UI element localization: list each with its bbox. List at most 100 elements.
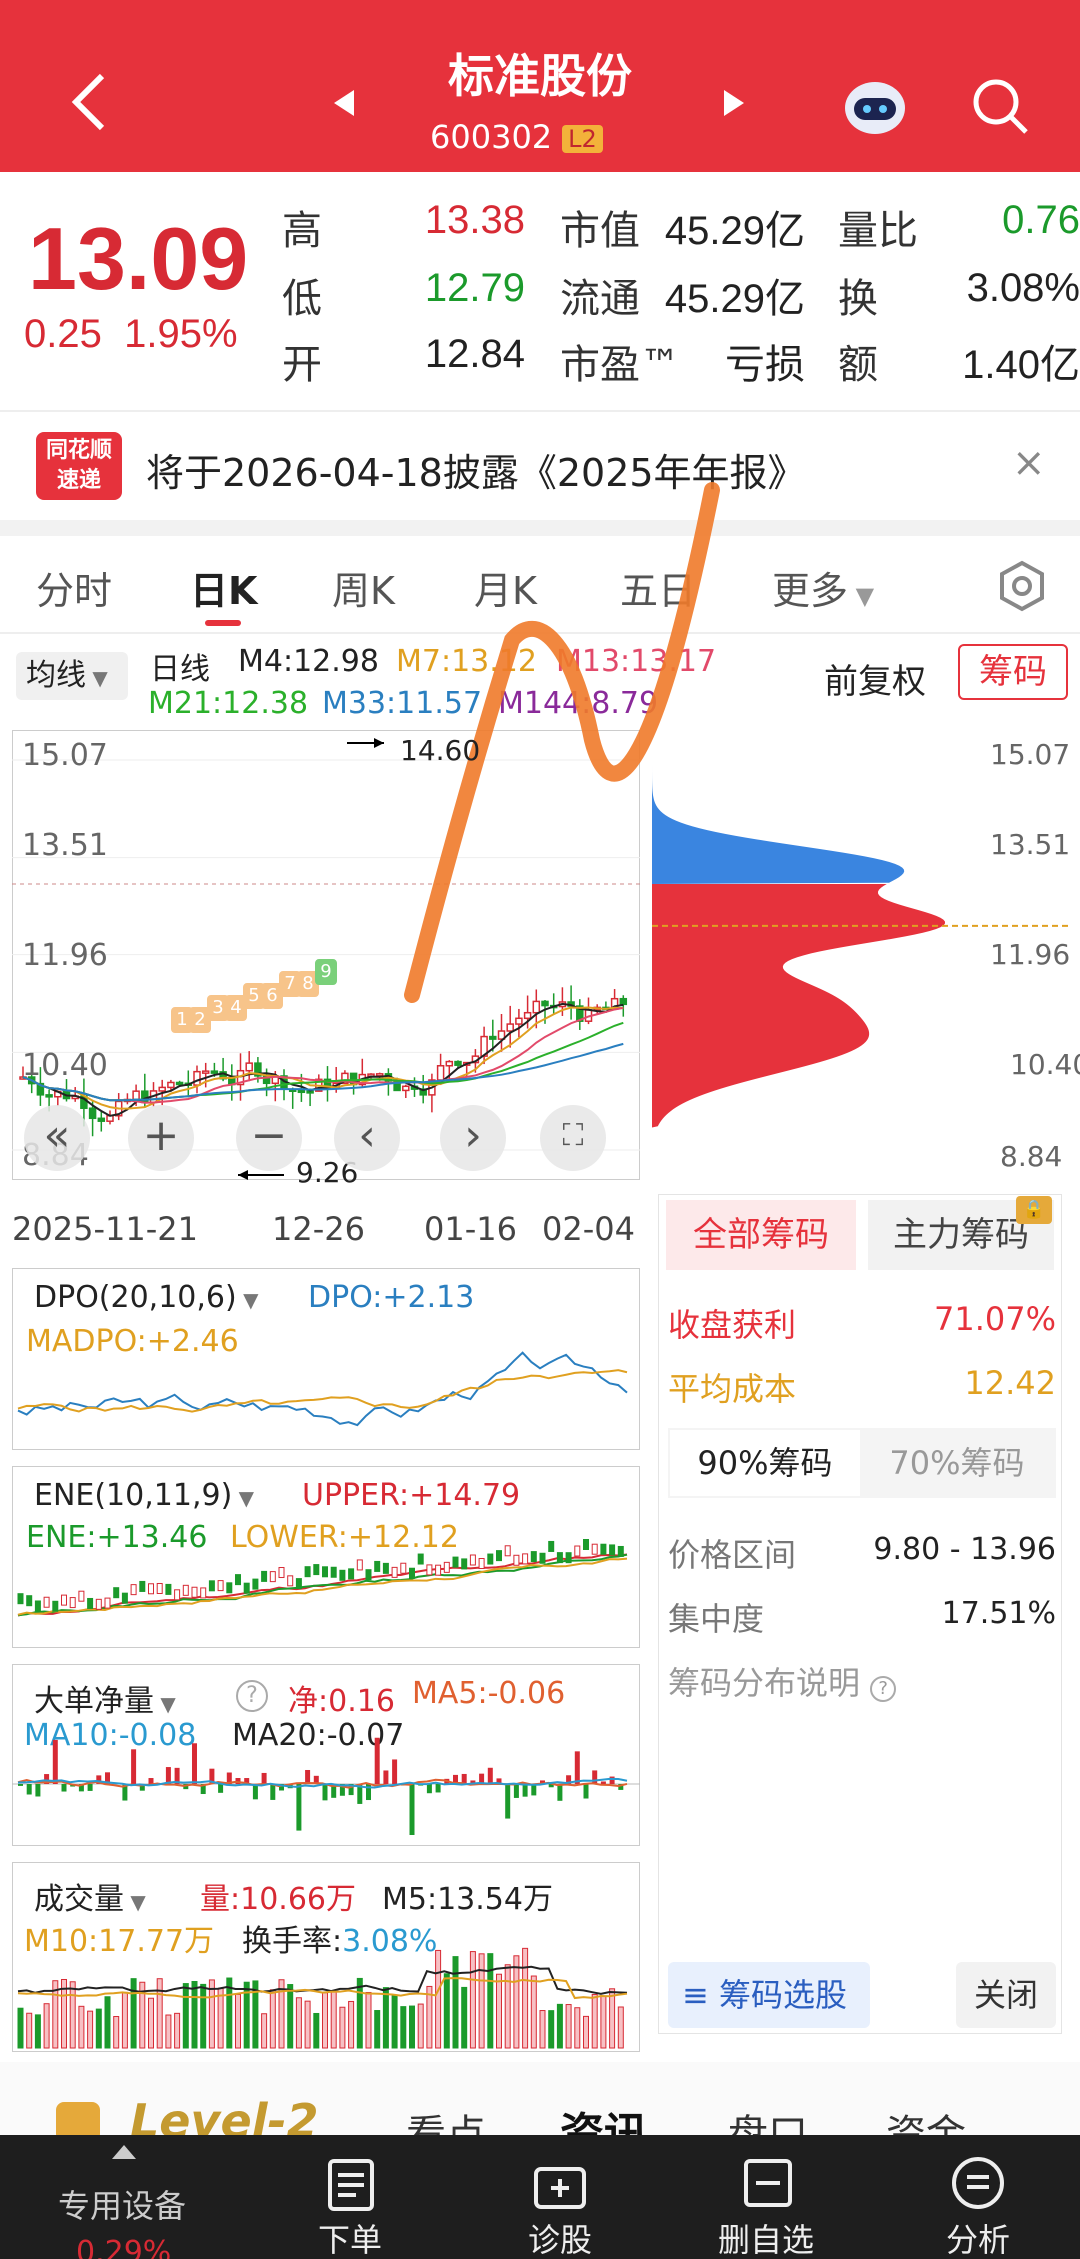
back-icon[interactable] [70, 72, 110, 132]
close-notice-button[interactable]: × [1012, 440, 1046, 486]
volume-bar [69, 1981, 76, 2049]
ths-express-logo: 同花顺 速递 [36, 432, 122, 500]
nine-turn-label: 5 [248, 985, 259, 1006]
ene-candle [130, 1584, 137, 1596]
analysis-icon[interactable] [950, 2155, 1006, 2211]
volume-bar [235, 1993, 241, 2049]
volume-bar [217, 1987, 224, 2049]
tab-90-chips[interactable]: 90%筹码 [670, 1430, 860, 1496]
volume-bar [400, 2006, 407, 2049]
ytick-3: 11.96 [22, 938, 108, 973]
volume-bar [17, 2007, 24, 2049]
volume-bar [417, 2003, 424, 2049]
bigorder-bar [435, 1784, 441, 1793]
low-arrow-head [238, 1170, 248, 1180]
robot-assistant-icon[interactable] [842, 76, 908, 136]
volume-bar [391, 1995, 398, 2049]
ene-candle [522, 1553, 529, 1565]
diagnose-button[interactable]: 诊股 [528, 2215, 592, 2259]
candle-body [532, 1000, 541, 1014]
candle-body [158, 1086, 166, 1092]
ene-candle [295, 1578, 302, 1590]
ma-legend-m21: M21:12.38 [148, 686, 309, 721]
ytick-top: 15.07 [22, 738, 108, 773]
info-icon: ? [870, 1676, 897, 1702]
ene-candle [208, 1580, 215, 1592]
label-open: 开 [282, 342, 322, 388]
value-float: 45.29亿 [664, 277, 805, 321]
zoom-in-button[interactable]: + [128, 1105, 194, 1171]
zoom-out-button[interactable]: − [236, 1105, 302, 1171]
chip-explain-link[interactable]: 筹码分布说明 ? [668, 1658, 897, 1704]
fullscreen-button[interactable]: ⛶ [540, 1105, 606, 1171]
tab-more[interactable]: 更多 ▼ [772, 560, 874, 615]
tab-monthly-k[interactable]: 月K [474, 560, 537, 615]
diagnose-icon[interactable] [532, 2159, 588, 2211]
ene-candle [487, 1553, 494, 1565]
ma-selector[interactable]: 均线 ▼ [16, 652, 128, 700]
volume-bar [469, 1951, 476, 2049]
fast-back-button[interactable]: « [24, 1105, 90, 1171]
ene-candle [191, 1586, 198, 1598]
volume-bar [208, 1979, 215, 2049]
tab-timeshare[interactable]: 分时 [36, 560, 112, 615]
chip-stock-screen-button[interactable]: ≡ 筹码选股 [668, 1962, 870, 2028]
search-icon[interactable] [968, 74, 1032, 138]
candle-body [201, 1070, 210, 1074]
ene-candle [165, 1583, 172, 1595]
close-chips-button[interactable]: 关闭 [956, 1962, 1056, 2028]
bigorder-bar [87, 1784, 93, 1791]
volume-bar [191, 1980, 198, 2049]
chip-ytick-3: 11.96 [990, 938, 1071, 971]
bigorder-bar [522, 1784, 528, 1797]
bigorder-bar [35, 1784, 41, 1797]
candle-body [436, 1065, 445, 1081]
ene-candle [304, 1566, 311, 1578]
order-button[interactable]: 下单 [318, 2215, 382, 2259]
nine-turn-label: 4 [230, 997, 241, 1018]
volume-bar [504, 1964, 511, 2049]
order-icon[interactable] [326, 2157, 376, 2213]
ene-candle [600, 1543, 607, 1555]
remove-watchlist-button[interactable]: 删自选 [718, 2215, 814, 2259]
volume-bar [443, 1973, 450, 2049]
adjust-mode[interactable]: 前复权 [824, 654, 926, 703]
candle-body [88, 1107, 97, 1120]
bigorder-bar [270, 1784, 276, 1800]
sector-name[interactable]: 专用设备 [58, 2181, 186, 2227]
ene-candle [426, 1564, 433, 1576]
chip-ytick-top: 15.07 [990, 738, 1071, 771]
ene-candle [391, 1566, 398, 1578]
ene-candle [278, 1567, 285, 1579]
tab-70-chips[interactable]: 70%筹码 [862, 1430, 1052, 1496]
tab-all-chips[interactable]: 全部筹码 [666, 1200, 856, 1270]
ene-candle [452, 1556, 459, 1568]
analysis-button[interactable]: 分析 [946, 2215, 1010, 2259]
nine-turn-label: 6 [266, 985, 277, 1006]
volume-bar [130, 1978, 137, 2049]
ene-candle [61, 1594, 67, 1606]
scroll-left-button[interactable]: ‹ [334, 1105, 400, 1171]
candle-body [175, 1081, 184, 1086]
volume-bar [583, 2015, 589, 2049]
ene-candle [69, 1597, 76, 1609]
volume-bar [530, 1975, 537, 2049]
scroll-right-button[interactable]: › [440, 1105, 506, 1171]
ene-candle [548, 1540, 555, 1552]
tab-daily-k[interactable]: 日K [190, 560, 257, 615]
bigorder-bar [392, 1759, 398, 1784]
volume-bar [374, 2010, 381, 2049]
ene-candle [182, 1584, 189, 1596]
avg-cost-value: 12.42 [964, 1364, 1056, 1402]
next-stock-icon[interactable] [720, 88, 746, 118]
chips-toggle-button[interactable]: 筹码 [958, 644, 1068, 700]
expand-up-icon[interactable] [112, 2145, 136, 2159]
volume-bar [609, 1988, 616, 2049]
volume-bar [574, 2007, 581, 2049]
remove-watchlist-icon[interactable] [742, 2157, 794, 2209]
ene-candle [504, 1545, 511, 1557]
tab-weekly-k[interactable]: 周K [332, 560, 395, 615]
ene-candle [400, 1562, 407, 1574]
settings-icon[interactable] [996, 560, 1048, 612]
candle-body [245, 1062, 253, 1072]
